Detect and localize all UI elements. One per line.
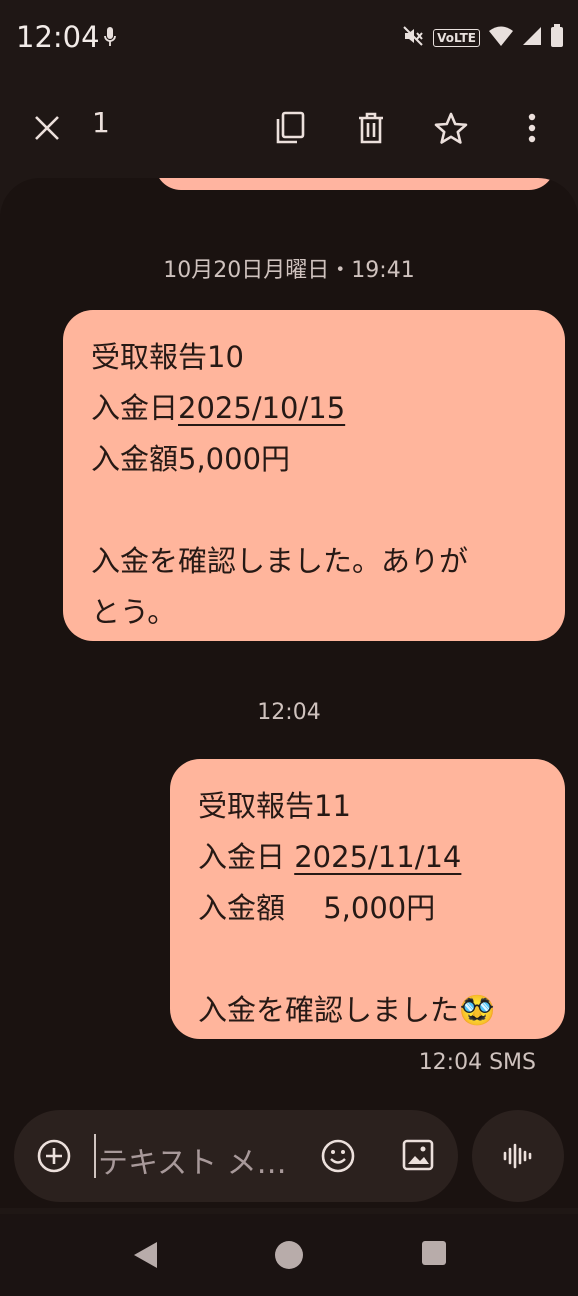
delete-icon[interactable] — [347, 104, 395, 152]
conversation-list[interactable]: 10月20日月曜日・19:41 受取報告10 入金日2025/10/15 入金額… — [0, 178, 578, 1108]
message-line: 入金を確認しました。ありが — [91, 544, 469, 578]
volte-badge: VoLTE — [433, 29, 480, 47]
selection-toolbar — [0, 86, 578, 170]
message-bubble-1[interactable]: 受取報告10 入金日2025/10/15 入金額5,000円 入金を確認しました… — [63, 310, 565, 641]
message-line — [198, 934, 539, 985]
message-timestamp: 12:04 — [257, 700, 321, 725]
emoji-icon[interactable] — [320, 1138, 356, 1178]
message-line — [91, 485, 539, 536]
status-icons: VoLTE — [401, 24, 564, 52]
message-timestamp: 10月20日月曜日・19:41 — [163, 258, 415, 283]
previous-message-bubble[interactable] — [155, 178, 555, 190]
copy-icon[interactable] — [266, 104, 314, 152]
more-icon[interactable] — [508, 104, 556, 152]
gallery-icon[interactable] — [401, 1138, 435, 1176]
message-line: 入金日 — [91, 391, 179, 425]
recents-icon[interactable] — [421, 1240, 447, 1270]
star-icon[interactable] — [427, 104, 475, 152]
message-line: とう。 — [91, 595, 177, 629]
disguise-emoji: 🥸 — [459, 993, 496, 1027]
status-bar: 12:04 VoLTE — [0, 0, 578, 80]
signal-icon — [522, 26, 542, 50]
message-line: 入金額 5,000円 — [198, 891, 436, 925]
message-line: 入金を確認しました — [198, 993, 460, 1027]
mic-icon — [103, 26, 117, 52]
date-link[interactable]: 2025/11/14 — [294, 840, 461, 874]
battery-icon — [550, 24, 564, 52]
date-link[interactable]: 2025/10/15 — [178, 391, 345, 425]
mute-icon — [401, 24, 425, 52]
message-bubble-2[interactable]: 受取報告11 入金日 2025/11/14 入金額 5,000円 入金を確認しま… — [170, 759, 565, 1039]
message-line: 入金額5,000円 — [91, 442, 291, 476]
wifi-icon — [488, 25, 514, 51]
back-icon[interactable] — [131, 1240, 159, 1274]
message-line: 入金日 — [198, 840, 295, 874]
compose-field[interactable]: テキスト メ… — [14, 1110, 458, 1202]
message-input[interactable]: テキスト メ… — [98, 1138, 287, 1182]
status-time: 12:04 — [16, 20, 100, 54]
home-icon[interactable] — [274, 1240, 304, 1274]
close-icon[interactable] — [23, 104, 71, 152]
text-cursor — [94, 1134, 96, 1178]
selected-count: 1 — [92, 106, 110, 139]
message-status: 12:04 SMS — [418, 1050, 536, 1075]
message-line: 受取報告10 — [91, 340, 244, 374]
navigation-bar — [0, 1214, 578, 1296]
message-line: 受取報告11 — [198, 789, 351, 823]
add-icon[interactable] — [36, 1138, 72, 1178]
voice-icon[interactable] — [472, 1110, 564, 1202]
